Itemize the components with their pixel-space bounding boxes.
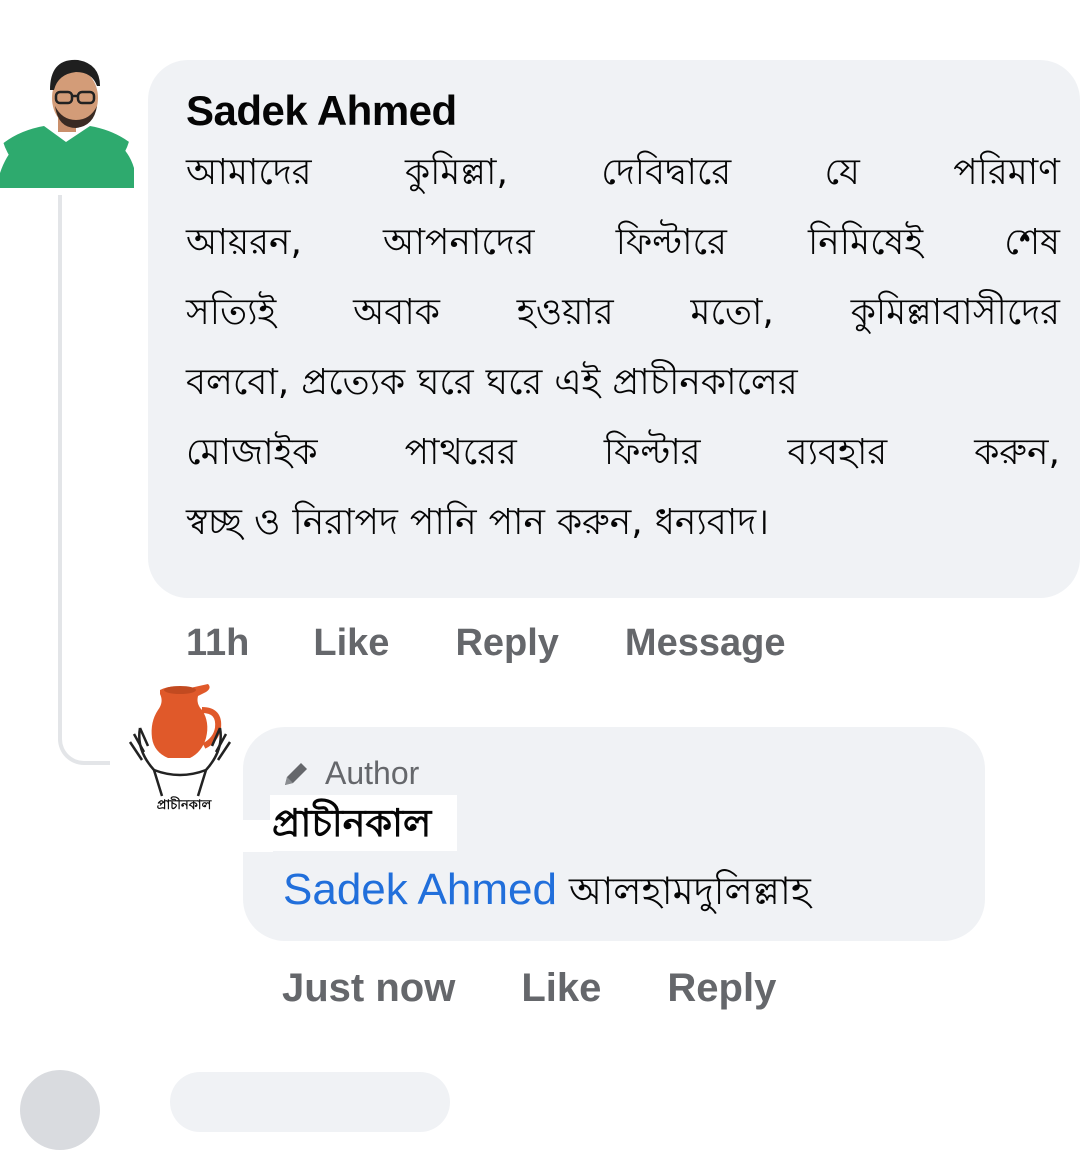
comment-word: স্বচ্ছ — [186, 502, 242, 543]
pencil-icon — [285, 762, 307, 785]
thread-connector-line — [58, 195, 110, 765]
comment-line: বলবো, প্রত্যেক ঘরে ঘরে এই প্রাচীনকালের — [186, 348, 1060, 418]
comment-word: আয়রন, — [186, 222, 302, 263]
comment-word: করুন, — [556, 502, 643, 543]
comment-line: সত্যিই অবাক হওয়ার মতো, কুমিল্লাবাসীদের — [186, 278, 1060, 348]
comment-text: আমাদের কুমিল্লা, দেবিদ্বারে যে পরিমাণ আয… — [186, 138, 1060, 558]
comment-word: ধন্যবাদ। — [654, 502, 770, 543]
comment-word: দেবিদ্বারে — [601, 152, 732, 193]
comment-word: বলবো, — [186, 362, 290, 403]
reply-like-button[interactable]: Like — [521, 966, 601, 1011]
reply-reply-button[interactable]: Reply — [667, 966, 776, 1011]
mention-link[interactable]: Sadek Ahmed — [283, 865, 557, 914]
reply-actions: Just now Like Reply — [282, 966, 776, 1011]
comment-line: আমাদের কুমিল্লা, দেবিদ্বারে যে পরিমাণ — [186, 138, 1060, 208]
comment-word: পাথরের — [404, 432, 517, 473]
comment-word: পান — [488, 502, 545, 543]
reply-author-name[interactable]: প্রাচীনকাল — [270, 795, 458, 851]
user-avatar[interactable] — [0, 28, 134, 188]
author-badge: Author — [281, 755, 419, 792]
comment-word: মোজাইক — [186, 432, 318, 473]
reply-body: আলহামদুলিল্লাহ — [568, 869, 811, 913]
user-avatar-photo-icon — [0, 56, 134, 188]
comment-word: ফিল্টার — [603, 432, 701, 473]
bubble-notch — [243, 820, 273, 852]
clay-jug-hands-logo-icon — [128, 684, 232, 797]
comment-line: স্বচ্ছ ও নিরাপদ পানি পান করুন, ধন্যবাদ। — [186, 488, 1060, 558]
comment-word: ও — [254, 502, 281, 543]
author-badge-label: Author — [325, 755, 420, 791]
like-button[interactable]: Like — [313, 622, 389, 665]
page-avatar[interactable]: প্রাচীনকাল — [110, 680, 250, 830]
comment-word: প্রত্যেক — [301, 362, 406, 403]
reply-text: Sadek Ahmed আলহামদুলিল্লাহ — [283, 862, 811, 919]
message-button[interactable]: Message — [625, 622, 786, 665]
comment-word: পানি — [409, 502, 477, 543]
reply-button[interactable]: Reply — [455, 622, 558, 665]
comment-word: প্রাচীনকালের — [612, 362, 798, 403]
comment-line: আয়রন, আপনাদের ফিল্টারে নিমিষেই শেষ — [186, 208, 1060, 278]
comment-word: করুন, — [974, 432, 1060, 473]
comment-word: নিমিষেই — [808, 222, 924, 263]
comment-word: অবাক — [353, 292, 440, 333]
comment-word: মতো, — [690, 292, 774, 333]
comment-word: এই — [554, 362, 601, 403]
comment-word: ফিল্টারে — [615, 222, 727, 263]
page-avatar-label: প্রাচীনকাল — [156, 798, 212, 813]
comment-word: নিরাপদ — [292, 502, 398, 543]
comment-word: শেষ — [1004, 222, 1060, 263]
comment-word: হওয়ার — [516, 292, 614, 333]
comment-word: কুমিল্লা, — [404, 152, 508, 193]
comment-author-name[interactable]: Sadek Ahmed — [186, 86, 1060, 136]
next-comment-avatar[interactable] — [20, 1070, 100, 1150]
next-comment-bubble — [170, 1072, 450, 1132]
comment-word: ব্যবহার — [787, 432, 888, 473]
comment-word: আমাদের — [186, 152, 312, 193]
comment-word: পরিমাণ — [953, 152, 1060, 193]
comment-word: সত্যিই — [186, 292, 277, 333]
comment-word: কুমিল্লাবাসীদের — [850, 292, 1060, 333]
reply-timestamp[interactable]: Just now — [282, 966, 455, 1011]
comment-word: ঘরে — [417, 362, 474, 403]
comment-word: ঘরে — [485, 362, 543, 403]
comment-timestamp[interactable]: 11h — [186, 622, 249, 665]
comment-word: আপনাদের — [383, 222, 535, 263]
comment-bubble: Sadek Ahmed আমাদের কুমিল্লা, দেবিদ্বারে … — [148, 60, 1080, 598]
comment-line: মোজাইক পাথরের ফিল্টার ব্যবহার করুন, — [186, 418, 1060, 488]
comment-actions: 11h Like Reply Message — [186, 622, 785, 665]
comment-word: যে — [824, 152, 860, 193]
